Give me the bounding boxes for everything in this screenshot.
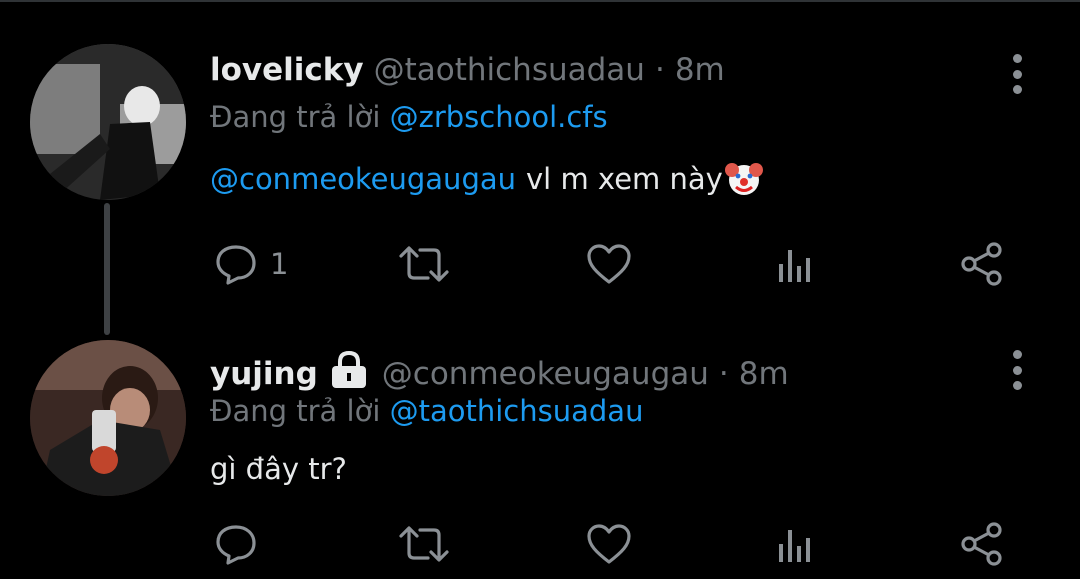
replying-label: Đang trả lời — [210, 100, 381, 134]
retweet-icon — [399, 526, 449, 562]
views-button[interactable] — [776, 240, 816, 288]
user-handle[interactable]: @taothichsuadau — [374, 52, 645, 88]
tweet-text: @conmeokeugaugau vl m xem này — [210, 160, 763, 198]
avatar-photo — [30, 44, 186, 200]
more-vertical-icon — [1012, 54, 1022, 63]
thread-connector — [104, 203, 110, 335]
tweet-body: vl m xem này — [526, 162, 723, 196]
reply-count: 1 — [270, 247, 289, 281]
timestamp[interactable]: 8m — [675, 52, 725, 88]
avatar[interactable] — [30, 340, 186, 496]
tweet-actions: 1 — [210, 240, 1010, 288]
clown-face-icon — [724, 163, 763, 195]
analytics-icon — [779, 530, 810, 562]
replying-to: Đang trả lời @zrbschool.cfs — [210, 100, 608, 134]
reply-button[interactable] — [214, 520, 270, 568]
more-options-button[interactable] — [1002, 54, 1032, 94]
like-button[interactable] — [586, 240, 632, 288]
tweet-header: yujing @conmeokeugaugau · 8m — [210, 350, 789, 398]
reply-icon — [216, 525, 256, 565]
user-handle[interactable]: @conmeokeugaugau — [382, 356, 709, 392]
share-button[interactable] — [958, 240, 1006, 288]
display-name[interactable]: yujing — [210, 356, 318, 392]
tweet-header: lovelicky @taothichsuadau · 8m — [210, 52, 725, 88]
separator-dot: · — [654, 52, 665, 88]
heart-icon — [587, 244, 631, 284]
separator-dot: · — [718, 356, 729, 392]
analytics-icon — [779, 250, 810, 282]
share-icon — [961, 242, 1002, 286]
more-vertical-icon — [1012, 350, 1022, 359]
replying-to-mention[interactable]: @zrbschool.cfs — [390, 100, 608, 134]
tweet-text: gì đây tr? — [210, 452, 347, 486]
views-button[interactable] — [776, 520, 816, 568]
like-button[interactable] — [586, 520, 632, 568]
timestamp[interactable]: 8m — [739, 356, 789, 392]
replying-label: Đang trả lời — [210, 394, 381, 428]
display-name[interactable]: lovelicky — [210, 52, 364, 88]
share-button[interactable] — [958, 520, 1006, 568]
tweet-body: gì đây tr? — [210, 452, 347, 486]
more-options-button[interactable] — [1002, 350, 1032, 390]
share-icon — [961, 522, 1002, 566]
lock-icon — [328, 350, 370, 398]
replying-to-mention[interactable]: @taothichsuadau — [390, 394, 644, 428]
top-divider — [0, 0, 1080, 2]
retweet-button[interactable] — [398, 240, 450, 288]
mention-link[interactable]: @conmeokeugaugau — [210, 162, 516, 196]
tweet-actions — [210, 520, 1010, 568]
avatar-photo — [30, 340, 186, 496]
reply-icon — [216, 245, 256, 285]
retweet-button[interactable] — [398, 520, 450, 568]
avatar[interactable] — [30, 44, 186, 200]
retweet-icon — [399, 246, 449, 282]
heart-icon — [587, 524, 631, 564]
replying-to: Đang trả lời @taothichsuadau — [210, 394, 643, 428]
reply-button[interactable]: 1 — [214, 240, 288, 288]
